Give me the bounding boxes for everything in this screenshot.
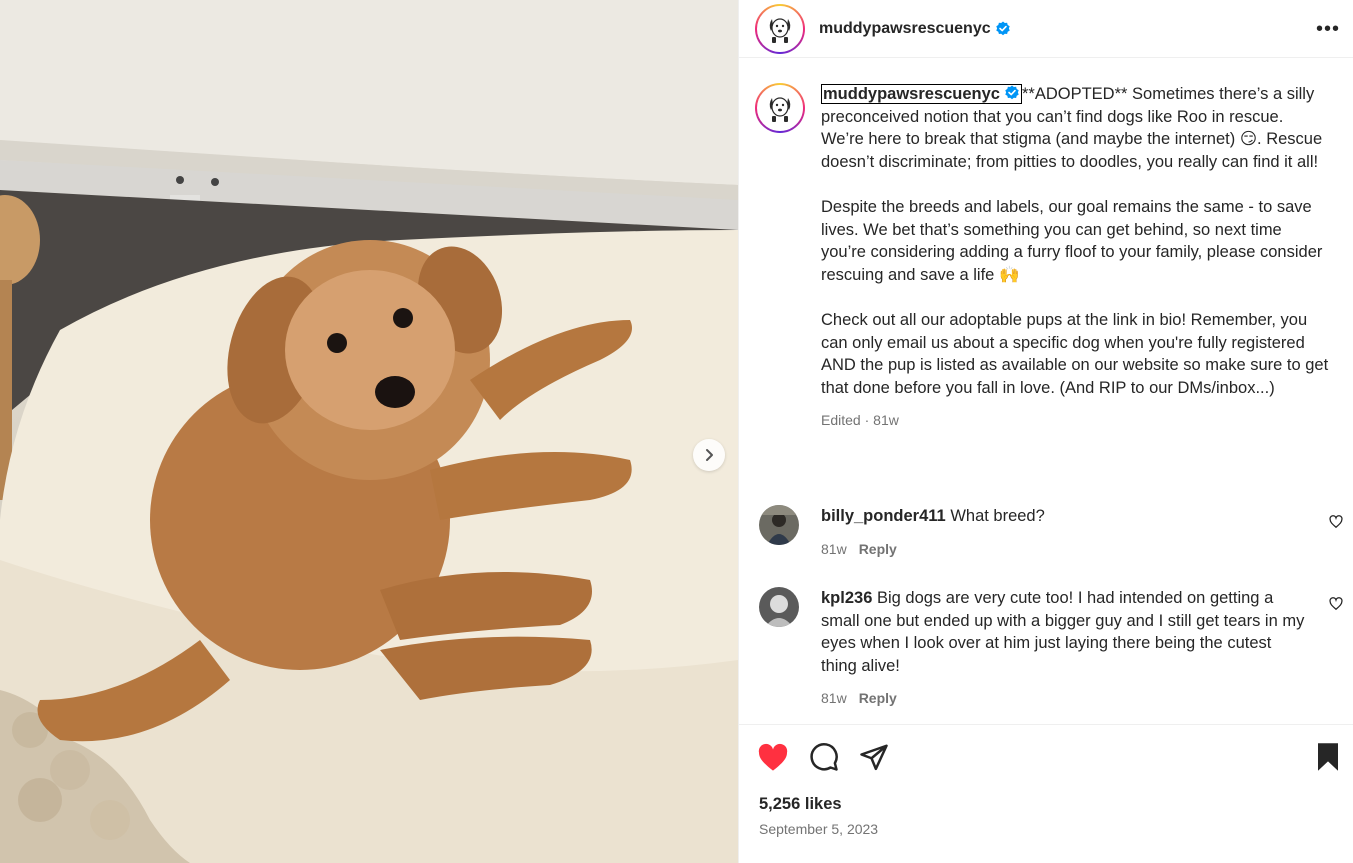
comment-time[interactable]: 81w (821, 541, 847, 557)
comment-text: What breed? (950, 507, 1045, 525)
bookmark-filled-icon[interactable] (1315, 742, 1341, 772)
likes-count[interactable]: 5,256 likes (759, 795, 842, 814)
post-media (0, 0, 738, 863)
comment-time[interactable]: 81w (821, 690, 847, 706)
caption-paragraph-3: Check out all our adoptable pups at the … (821, 310, 1333, 397)
dog-logo-icon (763, 91, 797, 125)
verified-badge-icon (1005, 85, 1019, 100)
post-date: September 5, 2023 (759, 821, 879, 837)
caption-username[interactable]: muddypawsrescuenyc (823, 85, 1000, 103)
chevron-right-icon (706, 449, 713, 461)
reply-button[interactable]: Reply (859, 541, 897, 557)
header-username[interactable]: muddypawsrescuenyc (819, 20, 991, 38)
heart-outline-icon[interactable] (1329, 597, 1343, 611)
verified-badge-icon (995, 21, 1010, 35)
reply-button[interactable]: Reply (859, 690, 897, 706)
comment-username[interactable]: kpl236 (821, 589, 872, 607)
share-icon[interactable] (859, 742, 889, 772)
action-bar: 5,256 likes September 5, 2023 (739, 724, 1353, 863)
avatar[interactable] (755, 83, 805, 133)
more-options-button[interactable]: ••• (1316, 18, 1340, 41)
avatar[interactable] (759, 587, 799, 627)
heart-outline-icon[interactable] (1329, 515, 1343, 529)
caption-paragraph-2: Despite the breeds and labels, our goal … (821, 197, 1327, 284)
comment-text: Big dogs are very cute too! I had intend… (821, 589, 1305, 675)
avatar[interactable] (755, 3, 805, 54)
post-sidebar: muddypawsrescuenyc ••• muddypawsrescueny… (738, 0, 1353, 863)
avatar[interactable] (759, 505, 799, 545)
caption-text: muddypawsrescuenyc **ADOPTED** Sometimes … (821, 83, 1329, 432)
next-media-button[interactable] (693, 439, 725, 471)
edited-label: Edited (821, 412, 861, 429)
dog-photo (0, 0, 738, 863)
comments-scroll[interactable]: muddypawsrescuenyc **ADOPTED** Sometimes … (739, 59, 1353, 724)
heart-filled-icon[interactable] (757, 742, 789, 774)
dog-logo-icon (763, 11, 797, 46)
post-header: muddypawsrescuenyc ••• (739, 0, 1353, 58)
comment-icon[interactable] (809, 742, 839, 772)
caption-time[interactable]: 81w (873, 412, 899, 428)
comment-username[interactable]: billy_ponder411 (821, 507, 946, 525)
caption-meta: Edited · 81w (821, 412, 899, 429)
